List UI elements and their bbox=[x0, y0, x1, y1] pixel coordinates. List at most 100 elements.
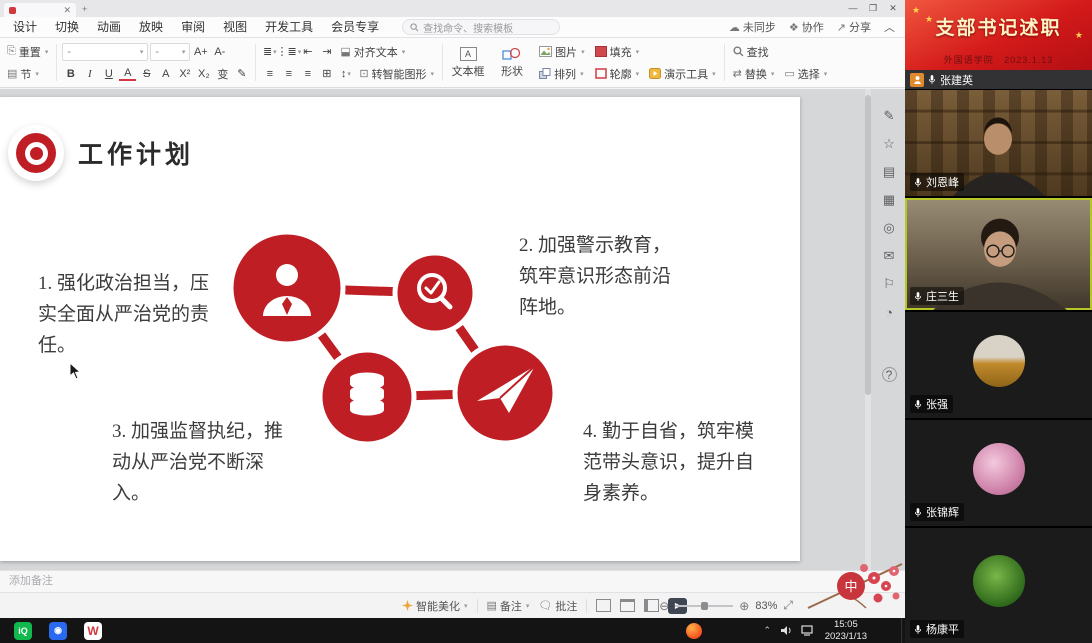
editor-scrollbar[interactable] bbox=[865, 89, 871, 570]
close-button[interactable]: ✕ bbox=[883, 0, 903, 16]
flag-tool-icon[interactable]: ⚐ bbox=[880, 275, 898, 293]
presentation-tools-button[interactable]: 演示工具▾ bbox=[646, 64, 719, 84]
notes-bar[interactable]: 添加备注 bbox=[0, 570, 905, 592]
chart-tool-icon[interactable]: ◔ bbox=[880, 303, 898, 321]
participant-tile[interactable]: 刘恩峰 bbox=[905, 90, 1092, 198]
highlight-button[interactable]: ✎ bbox=[233, 65, 250, 83]
smartart-convert-button[interactable]: ⊡转智能图形▾ bbox=[356, 64, 437, 84]
phonetic-button[interactable]: 变 bbox=[214, 65, 231, 83]
subscript-button[interactable]: X₂ bbox=[195, 65, 212, 83]
font-family-select[interactable]: -▾ bbox=[62, 43, 148, 61]
outline-button[interactable]: 轮廓▾ bbox=[592, 64, 643, 84]
font-size-select[interactable]: -▾ bbox=[150, 43, 190, 61]
numbering-button[interactable]: ⋮≣▾ bbox=[280, 43, 297, 61]
menu-slideshow[interactable]: 放映 bbox=[130, 17, 172, 37]
sync-status-button[interactable]: ☁未同步 bbox=[729, 19, 776, 35]
menu-animation[interactable]: 动画 bbox=[88, 17, 130, 37]
iqiyi-app-icon[interactable]: iQ bbox=[14, 622, 32, 640]
document-tab[interactable]: ✕ bbox=[4, 3, 76, 17]
new-tab-button[interactable]: + bbox=[82, 4, 87, 14]
target-tool-icon[interactable]: ◎ bbox=[880, 219, 898, 237]
collapse-ribbon-button[interactable]: ︿ bbox=[884, 19, 895, 35]
superscript-button[interactable]: X² bbox=[176, 65, 193, 83]
minimize-button[interactable]: — bbox=[843, 0, 863, 16]
shapes-button[interactable]: 形状 bbox=[490, 39, 534, 86]
justify-button[interactable]: ⊞ bbox=[318, 65, 335, 83]
grid-tool-icon[interactable]: ▦ bbox=[880, 191, 898, 209]
textbox-button[interactable]: A 文本框 bbox=[446, 39, 490, 86]
slide-canvas[interactable]: 工作计划 1. 强化政治担当，压实全面从严治党的责任。 2. 加强警示教育，筑牢… bbox=[0, 97, 800, 561]
zoom-level[interactable]: 83% bbox=[755, 600, 777, 612]
underline-button[interactable]: U bbox=[100, 65, 117, 83]
section-button[interactable]: ▤节▾ bbox=[4, 64, 51, 84]
bold-button[interactable]: B bbox=[62, 65, 79, 83]
menu-devtools[interactable]: 开发工具 bbox=[256, 17, 322, 37]
align-center-button[interactable]: ≡ bbox=[280, 65, 297, 83]
find-button[interactable]: 查找 bbox=[730, 42, 778, 62]
smart-beautify-button[interactable]: 智能美化▾ bbox=[402, 598, 468, 614]
zoom-out-button[interactable]: ⊖ bbox=[659, 599, 669, 613]
menu-review[interactable]: 审阅 bbox=[172, 17, 214, 37]
command-search-box[interactable]: 查找命令、搜索模板 bbox=[402, 19, 560, 35]
circle-magnifier bbox=[395, 253, 475, 333]
favorite-tool-icon[interactable]: ☆ bbox=[880, 135, 898, 153]
edit-tool-icon[interactable]: ✎ bbox=[880, 107, 898, 125]
decrease-indent-button[interactable]: ⇤ bbox=[299, 43, 316, 61]
menu-design[interactable]: 设计 bbox=[4, 17, 46, 37]
notes-toggle-button[interactable]: ▤备注▾ bbox=[487, 598, 530, 614]
layout-tool-icon[interactable]: ▤ bbox=[880, 163, 898, 181]
font-color-button[interactable]: A bbox=[119, 66, 136, 81]
mail-tool-icon[interactable]: ✉ bbox=[880, 247, 898, 265]
slide-sorter-view-button[interactable] bbox=[620, 599, 635, 612]
zoom-in-button[interactable]: ⊕ bbox=[739, 599, 749, 613]
participant-tile-active[interactable]: 庄三生 bbox=[905, 198, 1092, 312]
meeting-banner: ★ ★ ★ 支部书记述职 外国语学院 2023.1.13 bbox=[905, 0, 1092, 70]
select-button[interactable]: ▭选择▾ bbox=[781, 64, 830, 84]
normal-view-button[interactable] bbox=[596, 599, 611, 612]
arrange-button[interactable]: 排列▾ bbox=[536, 64, 588, 84]
slide-point-4[interactable]: 4. 勤于自省，筑牢模范带头意识，提升自身素养。 bbox=[583, 417, 763, 509]
restore-button[interactable]: ❐ bbox=[863, 0, 883, 16]
menu-view[interactable]: 视图 bbox=[214, 17, 256, 37]
browser-app-icon[interactable] bbox=[686, 623, 702, 639]
collaborate-button[interactable]: ❖协作 bbox=[789, 19, 824, 35]
align-text-button[interactable]: ⬓对齐文本▾ bbox=[337, 42, 408, 62]
wps-app-icon[interactable]: W bbox=[84, 622, 102, 640]
share-button[interactable]: ↗分享 bbox=[837, 19, 871, 35]
select-icon: ▭ bbox=[784, 67, 794, 80]
participant-tile[interactable]: 张锦辉 bbox=[905, 420, 1092, 528]
align-left-button[interactable]: ≡ bbox=[261, 65, 278, 83]
menu-member[interactable]: 会员专享 bbox=[322, 17, 388, 37]
italic-button[interactable]: I bbox=[81, 65, 98, 83]
taskbar-clock[interactable]: 15:05 2023/1/13 bbox=[825, 619, 867, 643]
reset-icon: ⎘ bbox=[7, 45, 16, 58]
slide-title[interactable]: 工作计划 bbox=[78, 135, 194, 171]
meeting-app-icon[interactable]: ◉ bbox=[49, 622, 67, 640]
text-effect-button[interactable]: A bbox=[157, 65, 174, 83]
zoom-slider[interactable] bbox=[675, 605, 733, 607]
participant-row-mini[interactable]: 张建英 bbox=[905, 70, 1092, 90]
slide-point-1[interactable]: 1. 强化政治担当，压实全面从严治党的责任。 bbox=[38, 269, 212, 361]
fit-slide-button[interactable]: ⤢ bbox=[783, 598, 793, 613]
increase-indent-button[interactable]: ⇥ bbox=[318, 43, 335, 61]
help-icon[interactable]: ? bbox=[882, 367, 897, 382]
shrink-font-button[interactable]: A- bbox=[211, 43, 228, 61]
participant-tile[interactable]: 张强 bbox=[905, 312, 1092, 420]
slide-diagram[interactable] bbox=[205, 215, 575, 465]
volume-icon[interactable] bbox=[780, 625, 792, 636]
line-spacing-button[interactable]: ↕▾ bbox=[337, 65, 354, 83]
network-icon[interactable] bbox=[801, 625, 813, 636]
replace-button[interactable]: ⇄替换▾ bbox=[730, 64, 778, 84]
align-right-button[interactable]: ≡ bbox=[299, 65, 316, 83]
comments-button[interactable]: 🗨批注 bbox=[538, 598, 577, 614]
grow-font-button[interactable]: A+ bbox=[192, 43, 209, 61]
reset-button[interactable]: ⎘重置▾ bbox=[4, 42, 51, 62]
reading-view-button[interactable] bbox=[644, 599, 659, 612]
tray-expand-icon[interactable]: ⌃ bbox=[763, 625, 771, 636]
strikethrough-button[interactable]: S bbox=[138, 65, 155, 83]
picture-button[interactable]: 图片▾ bbox=[536, 42, 588, 62]
fill-button[interactable]: 填充▾ bbox=[592, 42, 643, 62]
participant-tile[interactable]: 杨康平 bbox=[905, 528, 1092, 643]
menu-transition[interactable]: 切换 bbox=[46, 17, 88, 37]
tab-close-icon[interactable]: ✕ bbox=[63, 5, 71, 16]
